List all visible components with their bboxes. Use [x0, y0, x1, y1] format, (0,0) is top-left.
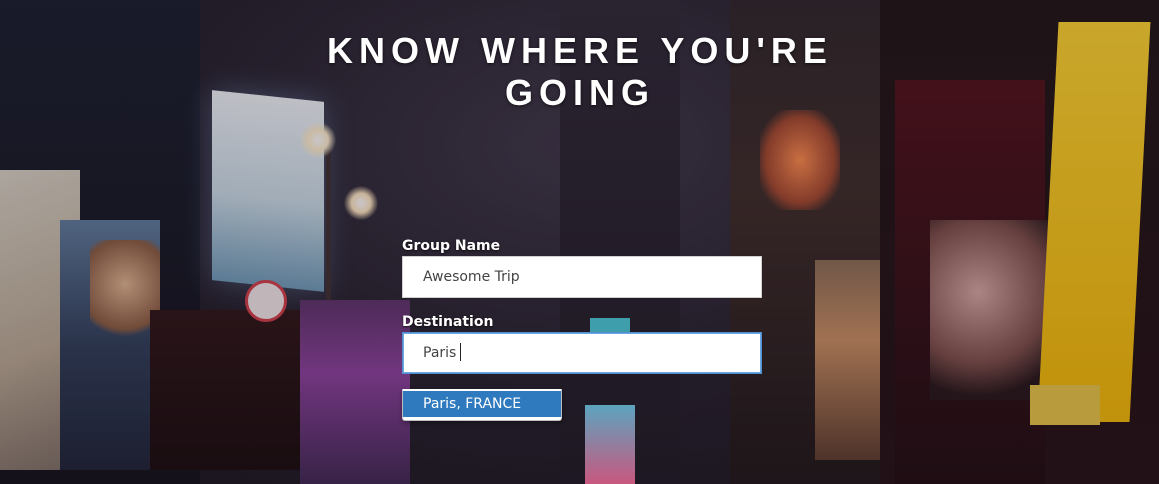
group-name-input[interactable]: Awesome Trip — [402, 256, 762, 298]
group-name-value: Awesome Trip — [423, 269, 520, 285]
destination-input[interactable]: Paris — [402, 332, 762, 374]
destination-label: Destination — [402, 314, 494, 330]
group-name-label: Group Name — [402, 238, 501, 254]
hero-title: KNOW WHERE YOU'RE GOING — [327, 30, 833, 113]
autocomplete-option[interactable]: Paris, FRANCE — [403, 391, 561, 417]
text-caret — [460, 343, 462, 361]
destination-autocomplete-dropdown: Paris, FRANCE — [402, 389, 562, 421]
destination-value: Paris — [423, 345, 457, 361]
trip-form: Group Name Awesome Trip Destination Pari… — [402, 236, 762, 421]
